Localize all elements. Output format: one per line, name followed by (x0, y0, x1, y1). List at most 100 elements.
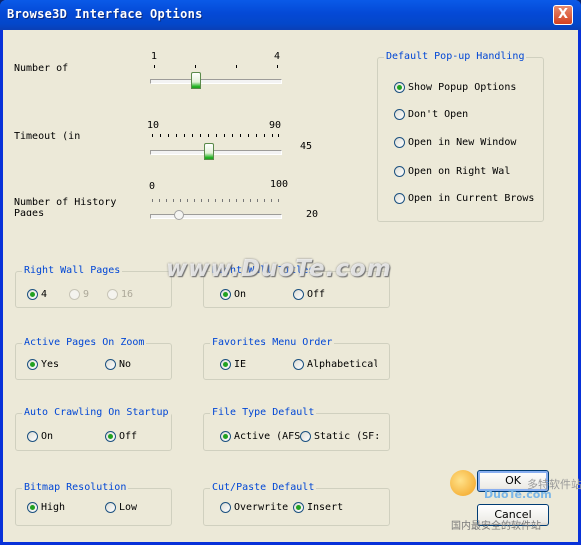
cut-paste-overwrite-radio[interactable]: Overwrite (220, 502, 288, 513)
cut-paste-group: Cut/Paste Default Overwrite Insert (203, 482, 390, 526)
popup-right-wall-radio[interactable]: Open on Right Wal (394, 166, 510, 177)
close-button[interactable]: X (553, 5, 573, 25)
radio-selected-icon (220, 289, 231, 300)
history-slider[interactable] (150, 199, 282, 221)
radio-label: Open in Current Brows (408, 193, 535, 204)
right-wall-pages-4-radio[interactable]: 4 (27, 289, 47, 300)
favorites-order-alpha-clip: Alphabetical (293, 358, 377, 373)
radio-icon (394, 109, 405, 120)
radio-selected-icon (394, 82, 405, 93)
active-pages-zoom-legend: Active Pages On Zoom (22, 337, 147, 348)
popup-dont-open-radio[interactable]: Don't Open (394, 109, 468, 120)
radio-icon (27, 431, 38, 442)
radio-label: Off (119, 431, 138, 442)
radio-selected-icon (220, 431, 231, 442)
cut-paste-legend: Cut/Paste Default (210, 482, 317, 493)
right-wall-titles-on-radio[interactable]: On (220, 289, 246, 300)
file-type-group: File Type Default Active (AFS Static (SF… (203, 407, 390, 451)
radio-label: High (41, 502, 66, 513)
radio-label: 4 (41, 289, 48, 300)
active-pages-zoom-group: Active Pages On Zoom Yes No (15, 337, 172, 380)
watermark-text: www.DuoTe.com (166, 256, 392, 282)
number-of-label: Number of (14, 63, 69, 74)
timeout-slider[interactable] (150, 134, 282, 160)
radio-icon (69, 289, 80, 300)
watermark-logo-icon (450, 470, 476, 496)
radio-icon (394, 137, 405, 148)
watermark-cn-slogan: 国内最安全的软件站 (451, 521, 541, 532)
radio-label: Off (307, 289, 326, 300)
radio-icon (394, 193, 405, 204)
history-label: Number of History (14, 197, 117, 208)
timeout-max-label: 90 (269, 120, 282, 131)
right-wall-titles-off-radio[interactable]: Off (293, 289, 325, 300)
right-wall-pages-9-radio: 9 (69, 289, 89, 300)
active-pages-zoom-no-radio[interactable]: No (105, 359, 131, 370)
favorites-order-group: Favorites Menu Order IE Alphabetical (203, 337, 390, 380)
radio-selected-icon (27, 289, 38, 300)
radio-icon (394, 166, 405, 177)
radio-icon (293, 289, 304, 300)
file-type-legend: File Type Default (210, 407, 317, 418)
right-wall-pages-16-radio: 16 (107, 289, 133, 300)
auto-crawling-off-radio[interactable]: Off (105, 431, 137, 442)
bitmap-resolution-group: Bitmap Resolution High Low (15, 482, 172, 526)
radio-label: Alphabetical (307, 359, 377, 370)
popup-handling-group: Default Pop-up Handling Show Popup Optio… (377, 51, 544, 222)
radio-icon (293, 359, 304, 370)
radio-selected-icon (293, 502, 304, 513)
bitmap-resolution-high-radio[interactable]: High (27, 502, 65, 513)
radio-icon (105, 502, 116, 513)
radio-icon (107, 289, 118, 300)
timeout-slider-thumb[interactable] (204, 143, 214, 160)
right-wall-pages-group: Right Wall Pages 4 9 16 (15, 265, 172, 308)
radio-label: Insert (307, 502, 344, 513)
favorites-order-ie-radio[interactable]: IE (220, 359, 246, 370)
bitmap-resolution-low-radio[interactable]: Low (105, 502, 137, 513)
window-title: Browse3D Interface Options (7, 7, 203, 21)
file-type-static-radio[interactable]: Static (SF: (300, 431, 380, 442)
radio-icon (300, 431, 311, 442)
radio-label: Overwrite (234, 502, 289, 513)
popup-show-options-radio[interactable]: Show Popup Options (394, 82, 516, 93)
radio-label: Low (119, 502, 138, 513)
title-bar[interactable]: Browse3D Interface Options X (0, 0, 581, 30)
history-value: 20 (306, 209, 319, 220)
radio-selected-icon (27, 359, 38, 370)
timeout-min-label: 10 (147, 120, 160, 131)
history-label-line2-clip: Pages (14, 208, 84, 216)
auto-crawling-on-radio[interactable]: On (27, 431, 53, 442)
radio-label: IE (234, 359, 247, 370)
watermark-cn-name: 多特软件站 (527, 478, 581, 491)
close-icon: X (557, 7, 569, 22)
right-wall-pages-legend: Right Wall Pages (22, 265, 123, 276)
history-slider-thumb[interactable] (174, 210, 184, 220)
popup-handling-legend: Default Pop-up Handling (384, 51, 527, 62)
bitmap-resolution-legend: Bitmap Resolution (22, 482, 129, 493)
active-pages-zoom-yes-radio[interactable]: Yes (27, 359, 59, 370)
timeout-value: 45 (300, 141, 313, 152)
number-of-slider[interactable] (150, 65, 282, 89)
radio-label: On (234, 289, 247, 300)
file-type-active-clip: Active (AFS (220, 430, 302, 445)
radio-label: Don't Open (408, 109, 469, 120)
radio-label: Static (SF: (314, 431, 381, 442)
auto-crawling-legend: Auto Crawling On Startup (22, 407, 171, 418)
radio-label: Show Popup Options (408, 82, 517, 93)
radio-label: 16 (121, 289, 134, 300)
favorites-order-alpha-radio[interactable]: Alphabetical (293, 359, 377, 370)
number-of-slider-thumb[interactable] (191, 72, 201, 89)
radio-selected-icon (27, 502, 38, 513)
popup-current-browser-radio[interactable]: Open in Current Brows (394, 193, 534, 204)
radio-icon (220, 502, 231, 513)
popup-new-window-radio[interactable]: Open in New Window (394, 137, 516, 148)
radio-label: Active (AFS (234, 431, 301, 442)
history-min-label: 0 (149, 181, 156, 192)
radio-icon (105, 359, 116, 370)
history-max-label: 100 (270, 179, 289, 190)
radio-label: Yes (41, 359, 60, 370)
number-of-min-label: 1 (151, 51, 158, 62)
favorites-order-legend: Favorites Menu Order (210, 337, 335, 348)
file-type-active-radio[interactable]: Active (AFS (220, 431, 300, 442)
cut-paste-insert-radio[interactable]: Insert (293, 502, 343, 513)
